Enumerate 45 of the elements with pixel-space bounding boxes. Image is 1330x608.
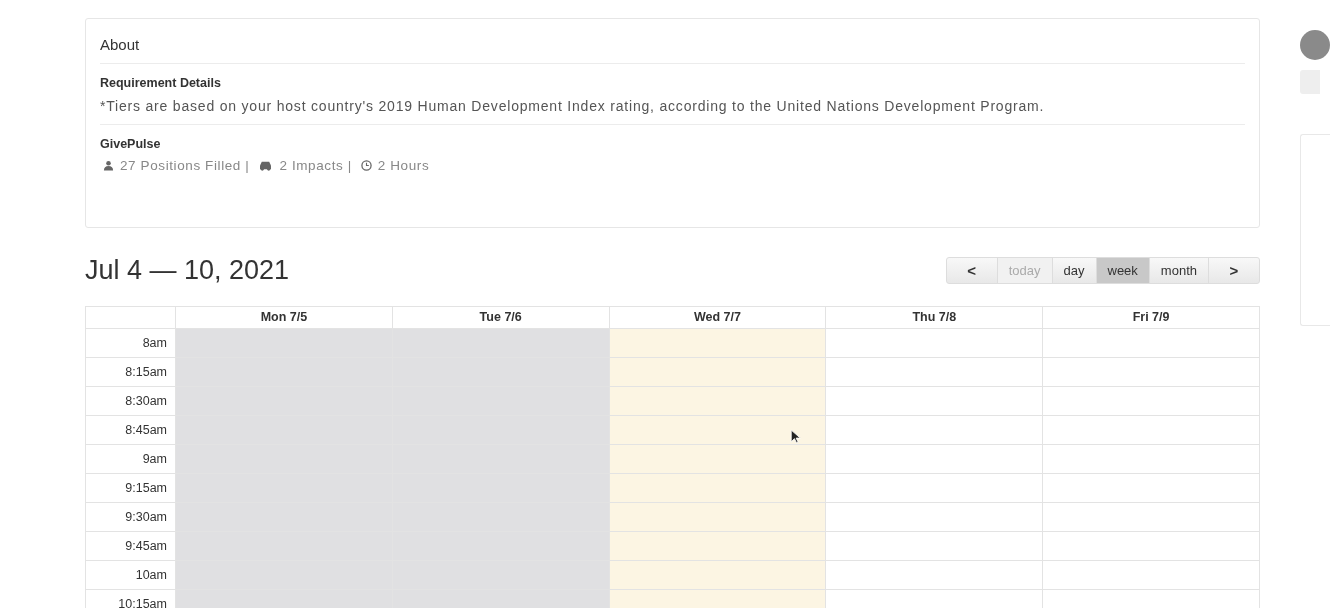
clock-icon	[360, 160, 372, 171]
time-slot[interactable]	[826, 503, 1044, 532]
section-heading: Requirement Details	[100, 76, 222, 90]
stat-text: 2 Impacts |	[279, 158, 352, 173]
card-title: About	[100, 19, 1245, 64]
time-slot[interactable]	[826, 561, 1044, 590]
time-slot[interactable]	[826, 416, 1044, 445]
time-slot[interactable]	[609, 329, 827, 358]
time-slot[interactable]	[609, 358, 827, 387]
cursor-icon	[790, 429, 801, 444]
time-slot[interactable]	[826, 445, 1044, 474]
time-slot[interactable]	[826, 358, 1044, 387]
time-slot[interactable]	[609, 532, 827, 561]
time-slot[interactable]	[826, 532, 1044, 561]
stat-text: 27 Positions Filled |	[120, 158, 250, 173]
time-slot[interactable]	[609, 561, 827, 590]
section-heading: GivePulse	[100, 137, 162, 151]
previous-button[interactable]: <	[945, 256, 998, 284]
time-slot[interactable]	[1043, 474, 1260, 503]
car-icon	[258, 160, 274, 171]
time-slot[interactable]	[609, 503, 827, 532]
section-text: *Tiers are based on your host country's 2019 Human Development Index rating, according to the United Nations Development Program.	[100, 97, 1046, 116]
person-icon	[103, 160, 114, 171]
view-button[interactable]: month	[1148, 256, 1209, 284]
time-slot[interactable]	[826, 387, 1044, 416]
time-slot[interactable]	[609, 387, 827, 416]
time-slot[interactable]	[1043, 387, 1260, 416]
time-slot[interactable]	[1043, 503, 1260, 532]
next-button[interactable]: >	[1208, 256, 1260, 284]
time-slot[interactable]	[1043, 416, 1260, 445]
calendar-title: Jul 4 — 10, 2021	[85, 254, 290, 286]
stat-text: 2 Hours	[377, 158, 430, 173]
time-slot[interactable]	[609, 445, 827, 474]
time-slot[interactable]	[826, 474, 1044, 503]
time-slot[interactable]	[1043, 445, 1260, 474]
view-button[interactable]: week	[1095, 256, 1150, 284]
time-slot[interactable]	[609, 416, 827, 445]
view-button[interactable]: day	[1051, 256, 1097, 284]
time-slot[interactable]	[1043, 561, 1260, 590]
avatar	[1300, 30, 1330, 60]
time-slot[interactable]	[1043, 358, 1260, 387]
time-slot[interactable]	[826, 329, 1044, 358]
time-slot[interactable]	[609, 474, 827, 503]
time-slot[interactable]	[1043, 329, 1260, 358]
time-slot[interactable]	[1043, 532, 1260, 561]
